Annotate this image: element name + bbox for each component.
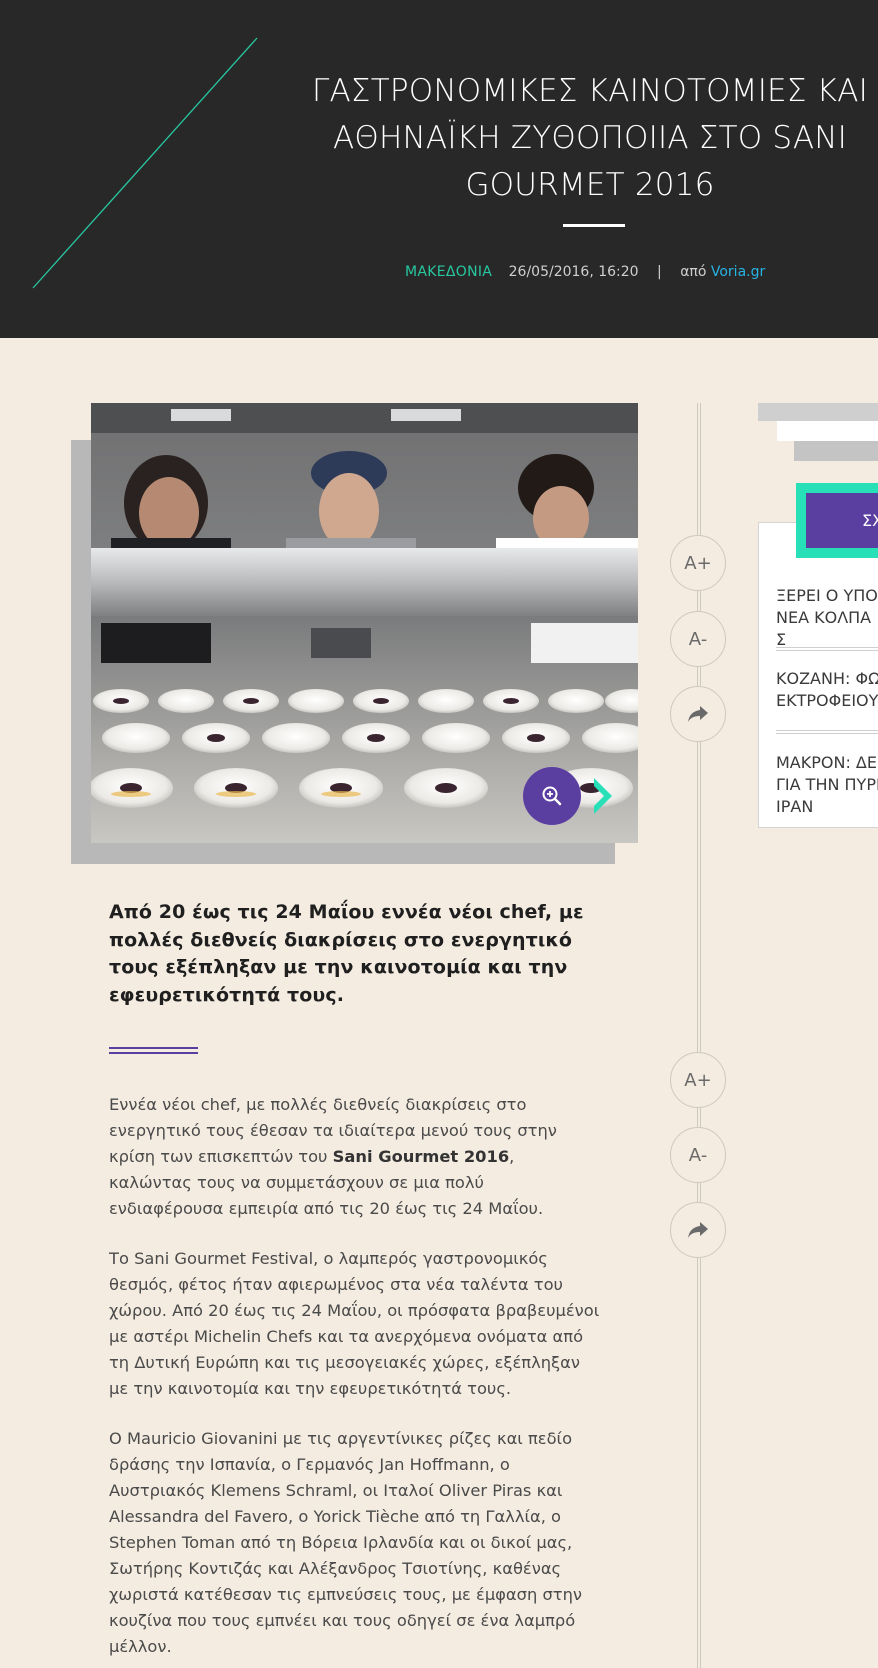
bold-event-name: Sani Gourmet 2016 [332, 1147, 510, 1166]
article-header: ΓΑΣΤΡΟΝΟΜΙΚΕΣ ΚΑΙΝΟΤΟΜΙΕΣ ΚΑΙ ΑΘΗΝΑΪΚΗ Ζ… [0, 0, 878, 338]
source-link[interactable]: Voria.gr [711, 264, 765, 280]
zoom-in-icon [542, 786, 562, 806]
body-paragraph-2: Το Sani Gourmet Festival, ο λαμπερός γασ… [109, 1249, 600, 1398]
article-meta: ΜΑΚΕΔΟΝΙΑ 26/05/2016, 16:20 | από Voria.… [405, 264, 765, 280]
body-paragraph-1: Εννέα νέοι chef, με πολλές διεθνείς διακ… [109, 1092, 601, 1222]
related-news-item[interactable]: ΚΟΖΑΝΗ: ΦΩ ΕΚΤΡΟΦΕΙΟΥ [776, 668, 878, 712]
body-paragraph-3: Ο Mauricio Giovanini με τις αργεντίνικες… [109, 1429, 583, 1656]
font-decrease-button[interactable]: A- [670, 611, 726, 667]
tools-rail [697, 403, 701, 1668]
list-divider [776, 730, 878, 734]
share-arrow-icon [688, 706, 708, 722]
article-body: Εννέα νέοι chef, με πολλές διεθνείς διακ… [109, 1092, 601, 1668]
sidebar-placeholder-bar [794, 441, 878, 461]
sidebar-placeholder-bar [758, 403, 878, 421]
category-link[interactable]: ΜΑΚΕΔΟΝΙΑ [405, 264, 492, 280]
list-divider [776, 647, 878, 651]
share-button-lower[interactable] [670, 1202, 726, 1258]
share-button[interactable] [670, 686, 726, 742]
share-arrow-icon [688, 1222, 708, 1238]
chevron-right-icon [594, 778, 612, 814]
article-title: ΓΑΣΤΡΟΝΟΜΙΚΕΣ ΚΑΙΝΟΤΟΜΙΕΣ ΚΑΙ ΑΘΗΝΑΪΚΗ Ζ… [312, 73, 868, 203]
next-photo-button[interactable] [592, 776, 614, 820]
publish-date: 26/05/2016, 16:20 [508, 264, 639, 280]
zoom-button[interactable] [523, 767, 581, 825]
sidebar-action-button[interactable]: ΣΧ [806, 493, 878, 548]
font-increase-button-lower[interactable]: A+ [670, 1052, 726, 1108]
font-decrease-button-lower[interactable]: A- [670, 1127, 726, 1183]
lead-divider [109, 1047, 198, 1054]
related-news-item[interactable]: ΜΑΚΡΟΝ: ΔΕ ΓΙΑ ΤΗΝ ΠΥΡΙ ΙΡΑΝ [776, 752, 878, 818]
source-prefix: από [680, 264, 707, 280]
sidebar-placeholder-bar [777, 421, 878, 441]
meta-separator: | [657, 264, 662, 280]
decorative-diagonal-line [32, 37, 258, 289]
related-news-item[interactable]: ΞΕΡΕΙ Ο ΥΠΟ ΝΕΑ ΚΟΛΠΑ Σ [776, 585, 878, 651]
title-underline [563, 224, 625, 227]
article-lead: Από 20 έως τις 24 Μαΐου εννέα νέοι chef,… [109, 901, 584, 1006]
related-news-panel: ΞΕΡΕΙ Ο ΥΠΟ ΝΕΑ ΚΟΛΠΑ Σ ΚΟΖΑΝΗ: ΦΩ ΕΚΤΡΟ… [758, 522, 878, 828]
font-increase-button[interactable]: A+ [670, 535, 726, 591]
